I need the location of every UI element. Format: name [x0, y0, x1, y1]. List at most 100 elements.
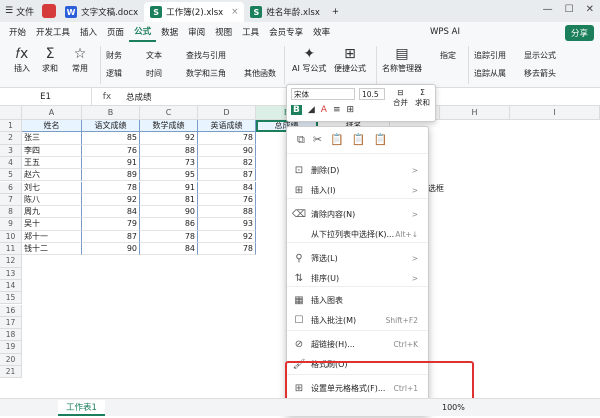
wps-ai-button[interactable]: WPS AI [430, 22, 460, 42]
table-cell[interactable]: 刘七 [22, 181, 82, 194]
ribbon-tab[interactable]: 审阅 [183, 22, 210, 42]
table-cell[interactable]: 87 [198, 169, 256, 182]
file-menu-button[interactable]: ☰ 文件 [0, 0, 39, 22]
ribbon-tab[interactable]: 工具 [237, 22, 264, 42]
table-cell[interactable]: 84 [82, 206, 140, 219]
header-cell[interactable]: 姓名 [22, 120, 82, 133]
table-cell[interactable]: 91 [82, 156, 140, 170]
table-cell[interactable]: 84 [198, 181, 256, 194]
table-cell[interactable]: 赵六 [22, 169, 82, 182]
column-header[interactable]: D [198, 106, 256, 120]
table-cell[interactable]: 81 [140, 193, 198, 207]
table-cell[interactable]: 93 [198, 218, 256, 231]
table-cell[interactable]: 88 [198, 206, 256, 219]
row-header[interactable]: 20 [0, 353, 22, 366]
table-cell[interactable]: 陈八 [22, 193, 82, 207]
table-cell[interactable]: 88 [140, 144, 198, 157]
table-cell[interactable]: 89 [82, 169, 140, 182]
insert-function-button[interactable]: 𝑓x 插入 [14, 46, 30, 74]
context-menu-item[interactable]: ⊘ 超链接(H)... Ctrl+K [287, 334, 428, 354]
fill-color-icon[interactable]: ◢ [308, 105, 315, 115]
paste-icon[interactable]: 📋 [330, 133, 344, 147]
ribbon-tab[interactable]: 效率 [308, 22, 335, 42]
row-header[interactable]: 12 [0, 255, 22, 268]
border-icon[interactable]: ⊞ [347, 105, 355, 115]
row-header[interactable]: 16 [0, 304, 22, 317]
context-menu-item[interactable]: ⌫ 清除内容(N) > [287, 204, 428, 224]
row-header[interactable]: 7 [0, 193, 22, 207]
column-header[interactable]: A [22, 106, 82, 120]
other-functions-button[interactable]: 其他函数 [244, 68, 276, 79]
zoom-level[interactable]: 100% [442, 403, 465, 412]
show-formulas-button[interactable]: 显示公式 [524, 50, 556, 61]
context-menu-item[interactable]: ⇅ 排序(U) > [287, 268, 428, 288]
header-cell[interactable]: 语文成绩 [82, 120, 140, 133]
context-menu-item[interactable]: ▦ 插入图表 [287, 290, 428, 310]
table-cell[interactable]: 85 [82, 132, 140, 145]
fx-icon[interactable]: fx [92, 92, 122, 102]
table-cell[interactable]: 郑十一 [22, 230, 82, 243]
table-cell[interactable]: 79 [82, 218, 140, 231]
table-cell[interactable]: 钱十二 [22, 243, 82, 256]
table-cell[interactable]: 91 [140, 181, 198, 194]
row-header[interactable]: 21 [0, 366, 22, 379]
font-select[interactable]: 宋体 [291, 88, 355, 100]
row-header[interactable]: 15 [0, 292, 22, 305]
column-header[interactable]: B [82, 106, 140, 120]
merge-button[interactable]: ⊟ 合并 [393, 88, 408, 108]
ai-formula-button[interactable]: ✦ AI 写公式 [292, 46, 326, 74]
tab-doc[interactable]: W 文字文稿.docx [59, 2, 144, 22]
ribbon-tab[interactable]: 开发工具 [31, 22, 75, 42]
context-menu-item[interactable]: ⊞ 插入(I) > [287, 180, 428, 200]
text-button[interactable]: 文本 [146, 50, 162, 61]
row-header[interactable]: 18 [0, 329, 22, 342]
font-size-select[interactable]: 10.5 [359, 88, 385, 100]
ribbon-tab-active[interactable]: 公式 [129, 22, 157, 42]
header-cell[interactable]: 数学成绩 [140, 120, 198, 133]
tab-names[interactable]: S 姓名年龄.xlsx [244, 2, 326, 22]
table-cell[interactable]: 周九 [22, 206, 82, 219]
ribbon-tab[interactable]: 视图 [210, 22, 237, 42]
ribbon-tab[interactable]: 插入 [75, 22, 102, 42]
column-header[interactable]: I [510, 106, 600, 120]
sheet-tab[interactable]: 工作表1 [58, 399, 105, 416]
row-header[interactable]: 4 [0, 156, 22, 170]
name-box[interactable]: E1 [0, 87, 92, 106]
maximize-icon[interactable]: ☐ [565, 4, 574, 15]
close-icon[interactable]: × [231, 7, 238, 17]
row-header[interactable]: 3 [0, 144, 22, 157]
table-cell[interactable]: 90 [82, 243, 140, 256]
home-icon[interactable] [42, 4, 57, 18]
table-cell[interactable]: 76 [198, 193, 256, 207]
table-cell[interactable]: 78 [82, 181, 140, 194]
trace-dependents-button[interactable]: 追踪从属 [474, 68, 506, 79]
table-cell[interactable]: 76 [82, 144, 140, 157]
context-menu-item[interactable]: 从下拉列表中选择(K)... Alt+↓ [287, 224, 428, 244]
table-cell[interactable]: 82 [198, 156, 256, 170]
lookup-button[interactable]: 查找与引用 [186, 50, 226, 61]
table-cell[interactable]: 92 [198, 230, 256, 243]
row-header[interactable]: 5 [0, 169, 22, 182]
new-tab-button[interactable]: + [326, 2, 345, 22]
table-cell[interactable]: 73 [140, 156, 198, 170]
finance-button[interactable]: 财务 [106, 50, 122, 61]
ribbon-tab[interactable]: 开始 [4, 22, 31, 42]
minimize-icon[interactable]: — [543, 4, 553, 15]
row-header[interactable]: 2 [0, 132, 22, 145]
row-header[interactable]: 6 [0, 181, 22, 194]
row-header[interactable]: 9 [0, 218, 22, 231]
cut-icon[interactable]: ✂ [313, 133, 322, 147]
row-header[interactable]: 19 [0, 341, 22, 354]
table-cell[interactable]: 78 [140, 230, 198, 243]
table-cell[interactable]: 张三 [22, 132, 82, 145]
table-cell[interactable]: 84 [140, 243, 198, 256]
table-cell[interactable]: 王五 [22, 156, 82, 170]
copy-icon[interactable]: ⧉ [297, 133, 305, 147]
formula-input[interactable]: 总成绩 [122, 91, 152, 103]
table-cell[interactable]: 87 [82, 230, 140, 243]
row-header[interactable]: 10 [0, 230, 22, 243]
specify-button[interactable]: 指定 [440, 50, 456, 61]
sum-button[interactable]: Σ 求和 [415, 88, 430, 108]
context-menu-item[interactable]: ⊡ 删除(D) > [287, 160, 428, 180]
table-cell[interactable]: 90 [140, 206, 198, 219]
